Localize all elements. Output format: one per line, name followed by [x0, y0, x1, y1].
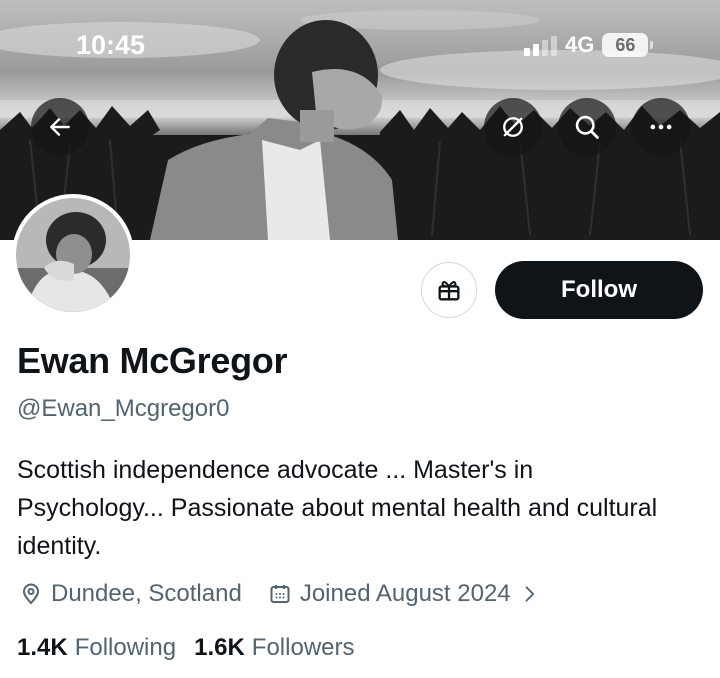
- follow-button[interactable]: Follow: [495, 261, 703, 319]
- profile-stats: 1.4K Following 1.6K Followers: [17, 634, 373, 662]
- following-label: Following: [74, 634, 177, 661]
- status-icons: 4G 66: [524, 32, 654, 58]
- profile-bio: Scottish independence advocate ... Maste…: [17, 456, 658, 560]
- joined-item[interactable]: Joined August 2024: [268, 580, 539, 608]
- battery-level: 66: [615, 34, 636, 55]
- location-item: Dundee, Scotland: [19, 580, 242, 608]
- profile-handle: @Ewan_Mcgregor0: [17, 395, 230, 422]
- status-time: 10:45: [76, 30, 146, 60]
- avatar-photo: [16, 198, 130, 312]
- chevron-right-icon: [525, 586, 534, 602]
- joined-text: Joined August 2024: [299, 580, 511, 607]
- followers-count: 1.6K: [194, 634, 245, 661]
- followers-label: Followers: [251, 634, 355, 661]
- battery-icon: 66: [602, 33, 654, 57]
- location-pin-icon: [22, 583, 40, 605]
- signal-icon: [524, 34, 557, 56]
- profile-name: Ewan McGregor: [17, 340, 288, 381]
- profile-meta: Dundee, Scotland Joined August 2024: [19, 580, 539, 608]
- following-count: 1.4K: [17, 634, 68, 661]
- search-icon: [575, 115, 599, 139]
- translate-button[interactable]: [484, 98, 542, 156]
- back-arrow-icon: [50, 118, 70, 136]
- no-translate-icon: [503, 117, 523, 137]
- following-link[interactable]: 1.4K Following: [17, 634, 176, 662]
- search-button[interactable]: [558, 98, 616, 156]
- location-text: Dundee, Scotland: [51, 580, 242, 607]
- more-button[interactable]: [632, 98, 690, 156]
- more-icon: [650, 124, 672, 130]
- profile-banner: 10:45 4G 66: [0, 0, 720, 240]
- calendar-icon: [270, 585, 290, 603]
- back-button[interactable]: [31, 98, 89, 156]
- network-label: 4G: [565, 32, 595, 57]
- profile-avatar[interactable]: [12, 194, 134, 316]
- gift-button[interactable]: [421, 262, 477, 318]
- gift-icon: [438, 281, 460, 301]
- followers-link[interactable]: 1.6K Followers: [194, 634, 354, 662]
